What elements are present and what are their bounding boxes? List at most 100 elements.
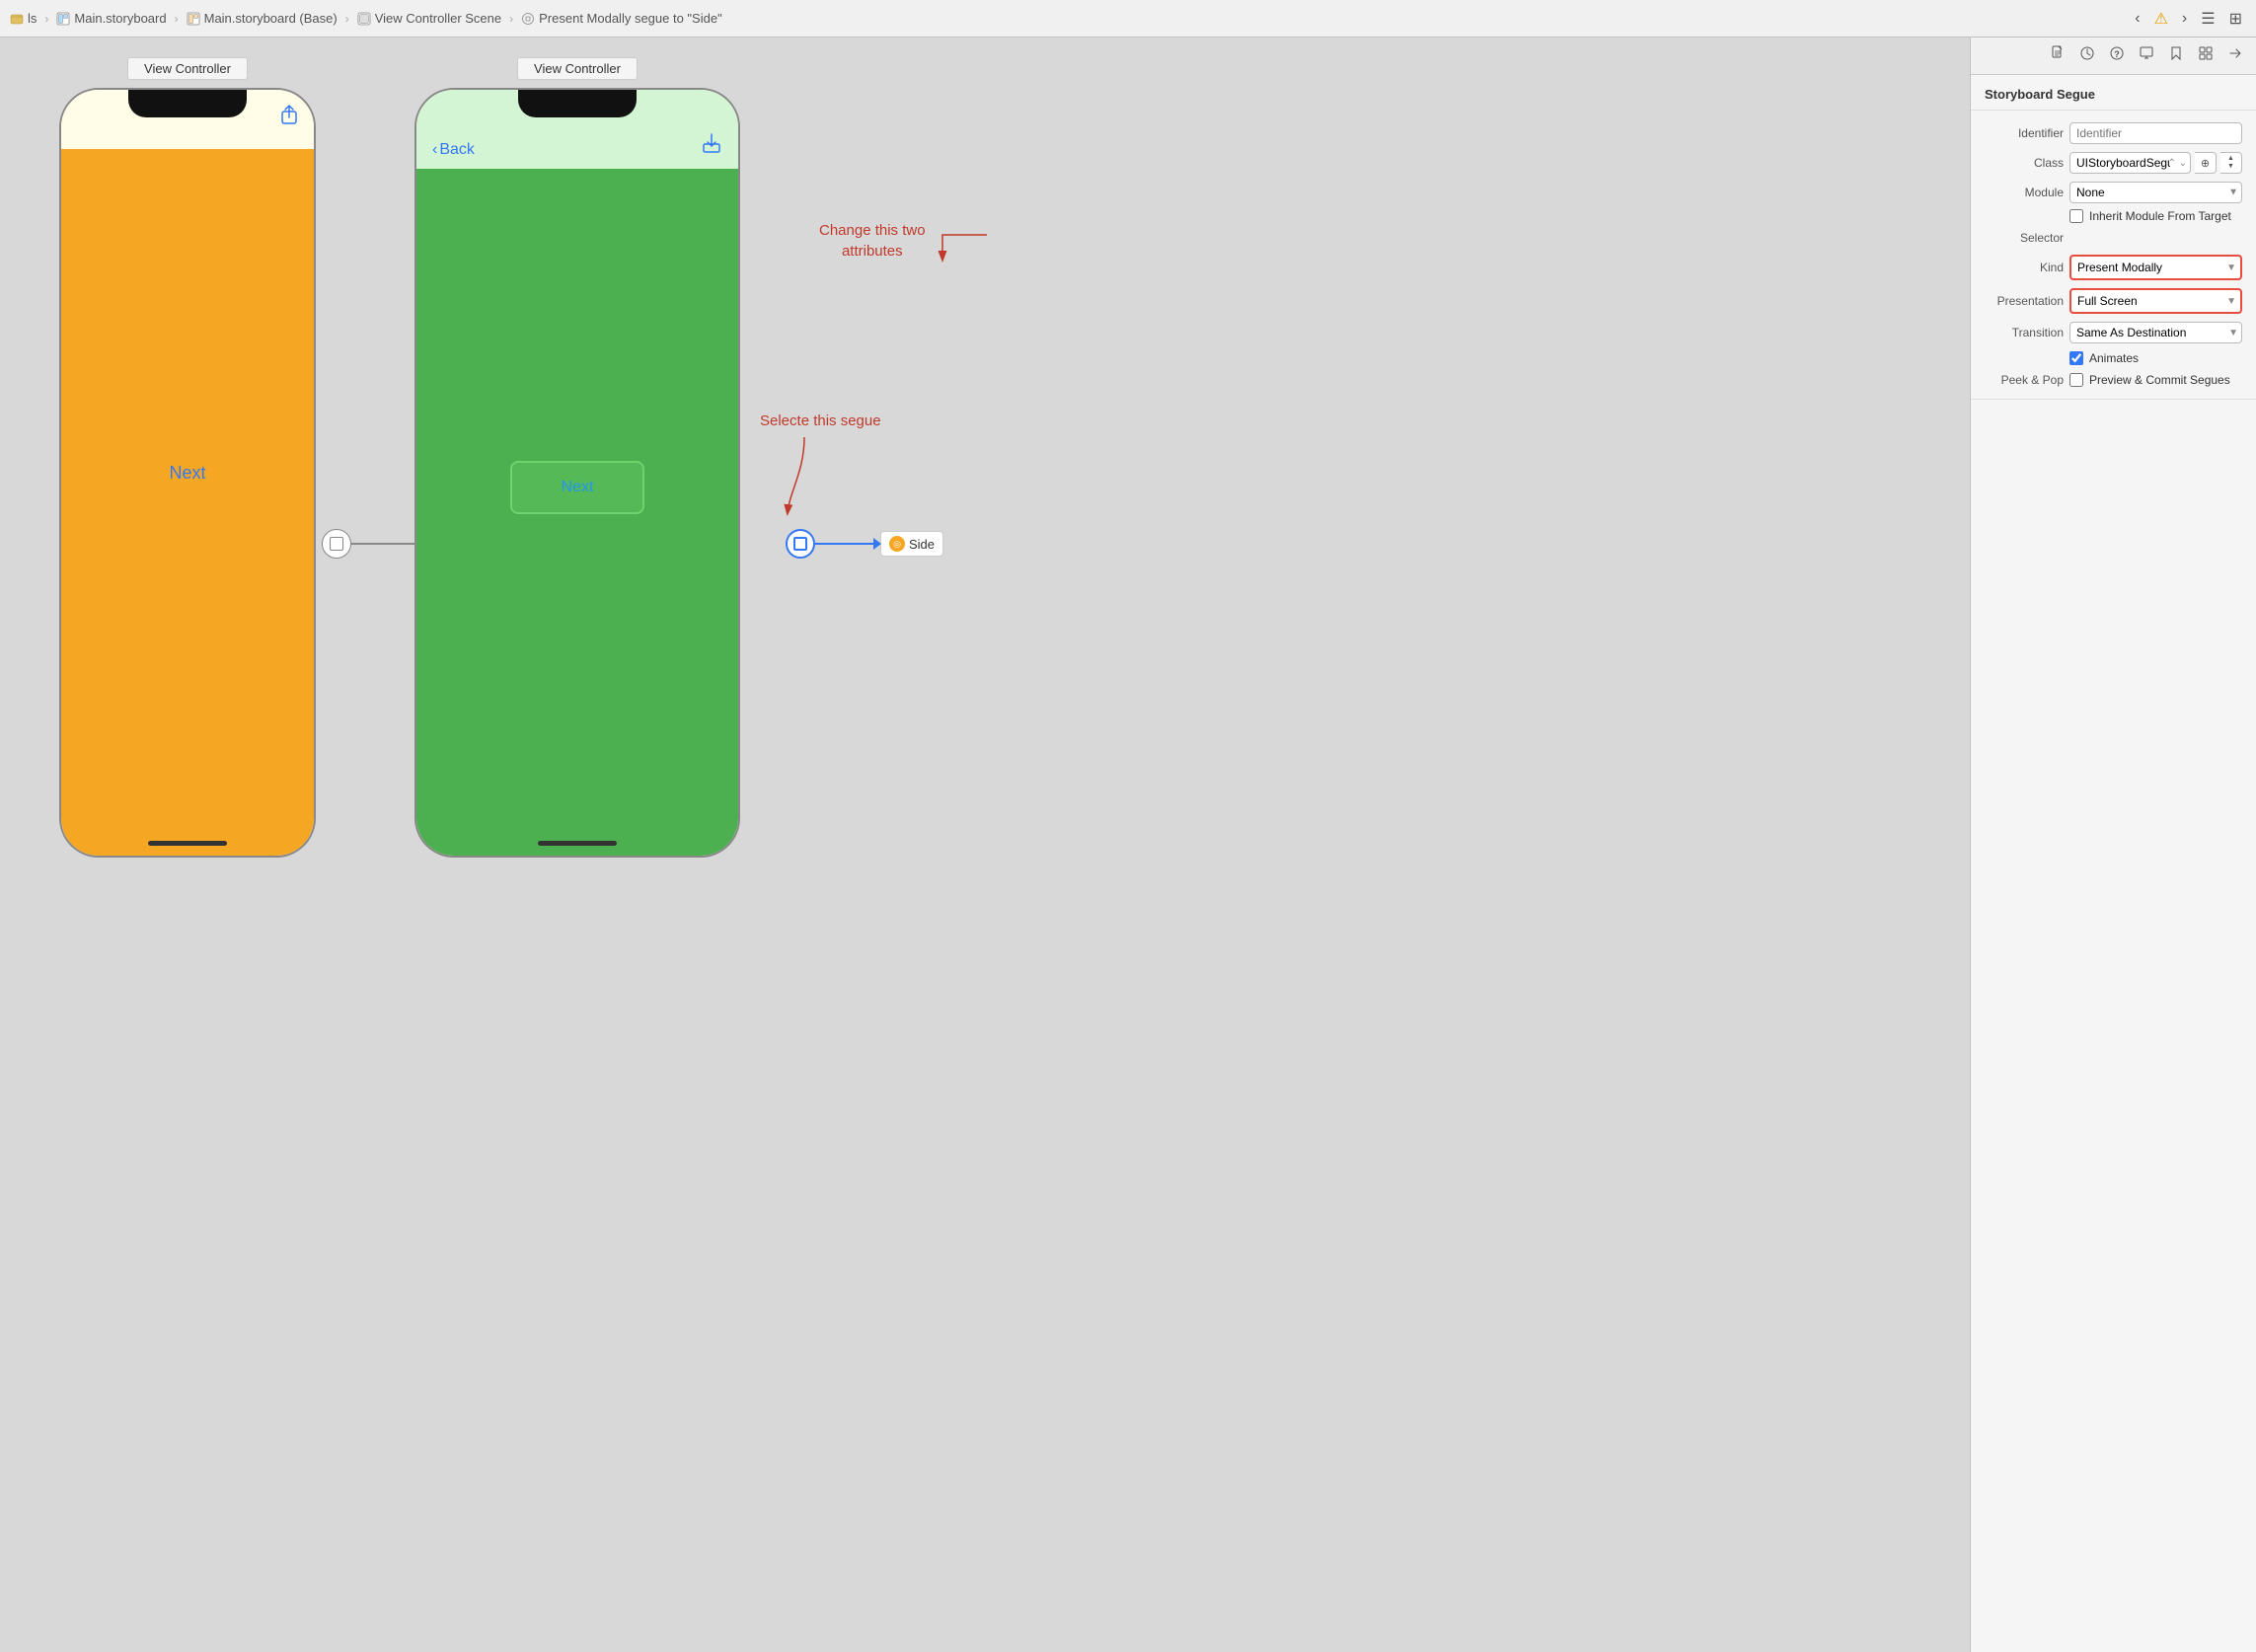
center-home-bar [538, 841, 617, 846]
side-yellow-dot: ◎ [889, 536, 905, 552]
left-phone-body: Next [61, 149, 314, 796]
transition-row: Transition Default Flip Horizontal Cross… [1971, 318, 2256, 347]
nav-menu-btn[interactable]: ☰ [2197, 7, 2218, 31]
center-phone-frame: ‹ Back Next [414, 88, 740, 858]
animates-checkbox[interactable] [2069, 351, 2083, 365]
presentation-select[interactable]: Default Full Screen Page Sheet Form Shee… [2071, 290, 2240, 312]
segue-right-line [815, 543, 880, 545]
panel-arrow-right-icon[interactable] [2222, 43, 2248, 68]
annotation-change-attrs: Change this two attributes [819, 220, 926, 262]
module-select[interactable]: None [2069, 182, 2242, 203]
main-area: View Controller Next [0, 38, 2256, 1652]
center-next-button[interactable]: Next [510, 461, 645, 514]
share-icon-area[interactable] [278, 104, 300, 130]
module-select-wrapper: None ▼ [2069, 182, 2242, 203]
storyboard-base-icon [187, 12, 200, 26]
scene-icon [357, 12, 371, 26]
top-bar: ls › Main.storyboard › Main.storyboard (… [0, 0, 2256, 38]
left-next-text[interactable]: Next [169, 463, 205, 484]
inherit-module-checkbox[interactable] [2069, 209, 2083, 223]
inherit-module-label: Inherit Module From Target [2089, 209, 2231, 223]
nav-back-btn[interactable]: ‹ [2131, 8, 2143, 30]
segue-left [322, 529, 422, 559]
breadcrumb-sep-2: › [345, 12, 349, 26]
storyboard-icon [56, 12, 70, 26]
segue-left-circle [322, 529, 351, 559]
selector-row: Selector [1971, 225, 2256, 251]
animates-label: Animates [2089, 351, 2139, 365]
segue-right-square [793, 537, 807, 551]
kind-row: Kind Show Show Detail Present Modally Pr… [1971, 251, 2256, 284]
inherit-module-row: Inherit Module From Target [1971, 207, 2256, 225]
annotation-select-segue: Selecte this segue [760, 413, 881, 429]
kind-label: Kind [1985, 261, 2064, 274]
segue-left-line [351, 543, 422, 545]
identifier-label: Identifier [1985, 126, 2064, 140]
annotation-right-arrow [770, 432, 868, 521]
nav-warning-btn[interactable]: ⚠ [2150, 7, 2172, 31]
panel-icon-bar: ? [1971, 38, 2256, 75]
module-label: Module [1985, 186, 2064, 199]
panel-monitor-icon[interactable] [2134, 43, 2159, 68]
panel-question-icon[interactable]: ? [2104, 43, 2130, 68]
top-bar-right: ‹ ⚠ › ☰ ⊞ [2131, 7, 2246, 31]
identifier-row: Identifier [1971, 118, 2256, 148]
left-phone-container: View Controller Next [59, 57, 316, 858]
canvas: View Controller Next [0, 38, 1970, 1652]
presentation-row: Presentation Default Full Screen Page Sh… [1971, 284, 2256, 318]
peek-pop-row: Peek & Pop Preview & Commit Segues [1971, 369, 2256, 391]
presentation-label: Presentation [1985, 294, 2064, 308]
breadcrumb-sep-0: › [44, 12, 48, 26]
identifier-input[interactable] [2069, 122, 2242, 144]
folder-icon [10, 12, 24, 26]
breadcrumb-sep-3: › [509, 12, 513, 26]
class-field-wrapper: UIStoryboardSegue ⌃ ⌄ ⊕ ▲ ▼ [2069, 152, 2242, 174]
back-button[interactable]: ‹ Back [432, 141, 475, 159]
right-panel: ? Storyboard Segue Identifier [1970, 38, 2256, 1652]
panel-bookmark-icon[interactable] [2163, 43, 2189, 68]
class-row: Class UIStoryboardSegue ⌃ ⌄ ⊕ ▲ ▼ [1971, 148, 2256, 178]
class-select-wrapper: UIStoryboardSegue ⌃ ⌄ [2069, 152, 2191, 174]
left-home-bar [148, 841, 227, 846]
segue-right-circle[interactable] [786, 529, 815, 559]
breadcrumb-ls[interactable]: ls [10, 11, 37, 26]
center-phone-notch [518, 90, 637, 117]
panel-fields-section: Identifier Class UIStoryboardSegue ⌃ ⌄ ⊕… [1971, 111, 2256, 400]
panel-grid-icon[interactable] [2193, 43, 2218, 68]
kind-select-wrapper: Show Show Detail Present Modally Present… [2069, 255, 2242, 280]
panel-doc-icon[interactable] [2045, 43, 2070, 68]
center-phone-bottom [416, 806, 738, 856]
segue-right: ◎ Side [786, 529, 943, 559]
transition-select-wrapper: Default Flip Horizontal Cross Dissolve P… [2069, 322, 2242, 343]
side-destination: ◎ Side [880, 531, 943, 557]
share-icon [278, 104, 300, 125]
nav-grid-btn[interactable]: ⊞ [2225, 7, 2246, 31]
nav-forward-btn[interactable]: › [2178, 8, 2191, 30]
breadcrumb-segue[interactable]: Present Modally segue to "Side" [521, 11, 722, 26]
segue-icon [521, 12, 535, 26]
module-row: Module None ▼ [1971, 178, 2256, 207]
class-badge[interactable]: ⊕ [2195, 152, 2217, 174]
peek-pop-checkbox[interactable] [2069, 373, 2083, 387]
kind-select[interactable]: Show Show Detail Present Modally Present… [2071, 257, 2240, 278]
presentation-select-wrapper: Default Full Screen Page Sheet Form Shee… [2069, 288, 2242, 314]
breadcrumb-main-storyboard[interactable]: Main.storyboard [56, 11, 166, 26]
download-icon [701, 132, 722, 154]
breadcrumb-main-base[interactable]: Main.storyboard (Base) [187, 11, 338, 26]
transition-label: Transition [1985, 326, 2064, 339]
center-phone-container: View Controller ‹ Back [414, 57, 740, 858]
transition-select[interactable]: Default Flip Horizontal Cross Dissolve P… [2069, 322, 2242, 343]
center-phone-label: View Controller [517, 57, 638, 80]
center-phone-body: Next [416, 169, 738, 806]
segue-right-arrowhead [873, 538, 881, 550]
left-phone-label: View Controller [127, 57, 248, 80]
left-phone-frame: Next [59, 88, 316, 858]
segue-left-square [330, 537, 343, 551]
class-select[interactable]: UIStoryboardSegue [2069, 152, 2191, 174]
panel-clock-icon[interactable] [2074, 43, 2100, 68]
class-stepper[interactable]: ▲ ▼ [2220, 152, 2242, 174]
center-phone-top-right [701, 132, 722, 159]
animates-row: Animates [1971, 347, 2256, 369]
breadcrumb-scene[interactable]: View Controller Scene [357, 11, 501, 26]
panel-title: Storyboard Segue [1971, 75, 2256, 111]
